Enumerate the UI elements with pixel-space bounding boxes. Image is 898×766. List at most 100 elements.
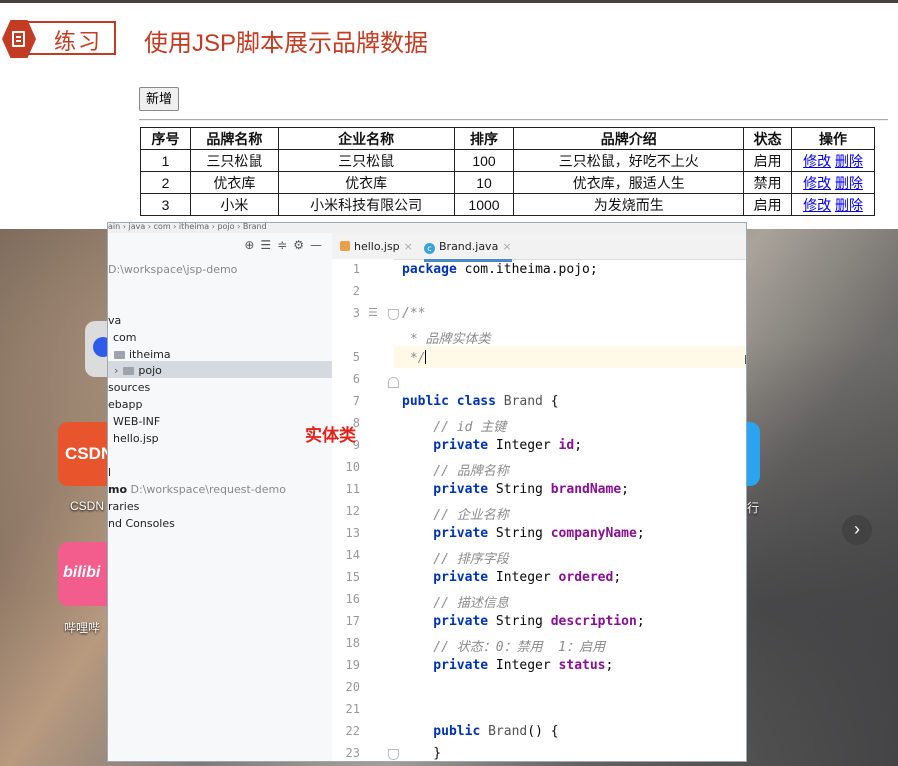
next-arrow-icon[interactable]: › [842,515,872,545]
line-number: 1 [352,262,360,276]
code-line: private Integer id; [402,438,583,453]
code-line: // 描述信息 [402,596,509,611]
cell-ordered: 1000 [453,193,515,216]
edit-link[interactable]: 修改 [803,153,831,169]
delete-link[interactable]: 删除 [835,153,863,169]
code-line: */ [402,350,427,366]
code-line: package com.itheima.pojo; [402,262,598,277]
bilibili-tile-text: bilibi [63,564,101,581]
cell-ordered: 100 [453,149,515,172]
hide-icon[interactable]: — [310,238,328,252]
tree-item-pojo[interactable]: › pojo [114,364,162,377]
csdn-tile-text: CSDN [65,444,114,463]
line-number: 15 [345,570,360,584]
code-line: } [402,746,442,761]
code-line: // 企业名称 [402,508,509,523]
code-line: * 品牌实体类 [402,332,491,347]
text-caret [425,350,427,364]
line-number: 23 [345,746,360,760]
add-button[interactable]: 新增 [139,87,180,111]
line-gutter: 1 2 3 5 6 7 8 9 10 11 12 13 14 15 16 17 … [332,259,399,761]
app-icon-right[interactable] [746,422,760,486]
tree-item-request-demo[interactable]: mo D:\workspace\request-demo [108,483,286,496]
class-icon: c [424,243,435,254]
tree-item-hello-jsp[interactable]: hello.jsp [113,432,159,445]
code-line: // id 主键 [402,420,507,435]
tree-item-com[interactable]: com [113,331,137,344]
col-header: 序号 [140,127,191,150]
cell-actions: 修改 删除 [791,193,875,216]
code-line: // 排序字段 [402,552,509,567]
editor-tabs: hello.jsp × c Brand.java × [332,233,746,262]
tab-hello-jsp[interactable]: hello.jsp × [340,237,413,259]
exercise-badge: 练习 [2,20,116,58]
cell-id: 3 [140,193,191,216]
code-line: // 品牌名称 [402,464,509,479]
tree-item-java[interactable]: va [108,314,121,327]
locate-icon[interactable]: ⊕ [244,238,260,252]
tree-item-project-path[interactable]: D:\workspace\jsp-demo [108,263,237,276]
code-line: private String description; [402,614,645,629]
cell-company: 优衣库 [277,171,455,194]
delete-link[interactable]: 删除 [835,197,863,213]
edit-link[interactable]: 修改 [803,175,831,191]
tree-item-itheima[interactable]: itheima [114,348,171,361]
csdn-icon[interactable]: CSDN [58,422,113,486]
line-number: 7 [352,394,360,408]
project-toolbar: ⊕☰≑⚙— [244,238,328,252]
line-number: 5 [352,350,360,364]
table-row: 1 三只松鼠 三只松鼠 100 三只松鼠，好吃不上火 启用 修改 删除 [140,149,875,172]
line-number: 13 [345,526,360,540]
code-editor[interactable]: package com.itheima.pojo; /** * 品牌实体类 */… [394,259,746,761]
tree-item-l[interactable]: l [108,466,111,479]
ide-window: ain › java › com › itheima › pojo › Bran… [107,222,747,762]
tree-item-libraries[interactable]: raries [108,500,139,513]
code-line: // 状态：0：禁用 1：启用 [402,640,606,655]
line-number: 20 [345,680,360,694]
breadcrumb: ain › java › com › itheima › pojo › Bran… [108,223,746,233]
text-cursor-icon: I [744,353,746,367]
cell-company: 三只松鼠 [277,149,455,172]
col-header: 企业名称 [277,127,455,150]
cell-status: 禁用 [743,171,793,194]
code-line: /** [402,306,426,321]
code-line: private Integer status; [402,658,614,673]
tree-item-consoles[interactable]: nd Consoles [108,517,175,530]
fold-icon[interactable]: ☰ [368,306,378,319]
slide: 练习 使用JSP脚本展示品牌数据 新增 序号 品牌名称 企业名称 排序 品牌介绍… [0,3,898,229]
project-panel: ⊕☰≑⚙— D:\workspace\jsp-demo va com ithei… [108,233,333,761]
bilibili-icon[interactable]: bilibi [58,542,108,606]
cell-actions: 修改 删除 [791,149,875,172]
table-row: 2 优衣库 优衣库 10 优衣库，服适人生 禁用 修改 删除 [140,171,875,194]
cell-actions: 修改 删除 [791,171,875,194]
col-header: 品牌名称 [189,127,279,150]
close-icon[interactable]: × [502,240,511,253]
tree-item-webapp[interactable]: ebapp [108,398,142,411]
close-icon[interactable]: × [404,240,413,253]
cell-brand: 优衣库 [189,171,279,194]
line-number: 11 [345,482,360,496]
line-number: 18 [345,636,360,650]
folder-icon [114,351,125,359]
annotation-label: 实体类 [305,426,356,446]
cell-brand: 小米 [189,193,279,216]
collapse-all-icon[interactable]: ≑ [277,238,293,252]
line-number: 10 [345,460,360,474]
tree-item-web-inf[interactable]: WEB-INF [113,415,160,428]
edit-link[interactable]: 修改 [803,197,831,213]
expand-all-icon[interactable]: ☰ [260,238,277,252]
line-number: 21 [345,702,360,716]
table-header-row: 序号 品牌名称 企业名称 排序 品牌介绍 状态 操作 [140,127,875,150]
line-number: 14 [345,548,360,562]
col-header: 排序 [453,127,515,150]
gear-icon[interactable]: ⚙ [293,238,310,252]
delete-link[interactable]: 删除 [835,175,863,191]
cell-company: 小米科技有限公司 [277,193,455,216]
code-line: public class Brand { [402,394,559,409]
cell-description: 为发烧而生 [513,193,745,216]
folder-icon [123,367,135,375]
cell-description: 优衣库，服适人生 [513,171,745,194]
csdn-label: CSDN [70,499,105,513]
jsp-file-icon [340,241,350,251]
tree-item-resources[interactable]: sources [108,381,150,394]
